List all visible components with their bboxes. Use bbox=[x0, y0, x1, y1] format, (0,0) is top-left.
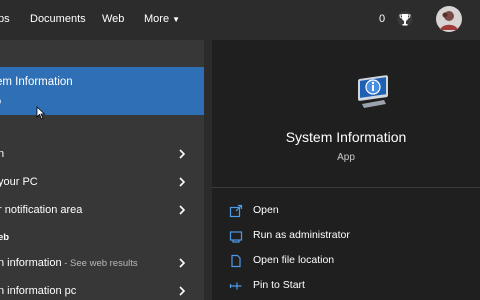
action-open-file-location[interactable]: Open file location bbox=[229, 252, 469, 270]
list-item-web-2[interactable]: n information pc bbox=[0, 281, 204, 300]
pin-icon bbox=[229, 282, 242, 290]
best-match-result[interactable]: em Information p bbox=[0, 67, 204, 115]
search-top-bar: ps Documents Web More ▼ 0 bbox=[0, 0, 480, 40]
best-match-subtitle: p bbox=[0, 96, 1, 107]
chevron-right-icon bbox=[179, 205, 186, 215]
chevron-right-icon bbox=[179, 258, 186, 268]
file-location-icon bbox=[231, 254, 241, 268]
action-label: Open file location bbox=[253, 254, 335, 266]
tab-more[interactable]: More ▼ bbox=[144, 13, 180, 25]
section-label-web: eb bbox=[0, 232, 10, 243]
list-item-label: your PC bbox=[0, 176, 38, 188]
list-item-web-1[interactable]: n information - See web results bbox=[0, 253, 204, 275]
list-item-label: n information - See web results bbox=[0, 257, 138, 269]
open-icon bbox=[229, 204, 243, 218]
action-label: Run as administrator bbox=[253, 229, 350, 241]
action-pin-to-start[interactable]: Pin to Start bbox=[229, 277, 469, 295]
list-item-settings-2[interactable]: your PC bbox=[0, 172, 204, 194]
app-title: System Information bbox=[285, 129, 407, 145]
action-run-as-administrator[interactable]: Run as administrator bbox=[229, 227, 469, 245]
chevron-right-icon bbox=[179, 286, 186, 296]
caret-down-icon: ▼ bbox=[172, 14, 180, 24]
divider bbox=[212, 187, 480, 188]
tab-more-label: More bbox=[144, 13, 170, 25]
chevron-right-icon bbox=[179, 177, 186, 187]
action-open[interactable]: Open bbox=[229, 202, 469, 220]
preview-pane: System Information App Open Run as admin… bbox=[212, 40, 480, 300]
tab-apps[interactable]: ps bbox=[0, 13, 10, 25]
web-result-query: n information bbox=[0, 257, 62, 269]
trophy-icon[interactable] bbox=[395, 8, 415, 30]
web-result-hint: - See web results bbox=[61, 258, 138, 269]
admin-shield-icon bbox=[229, 231, 243, 243]
list-item-settings-1[interactable]: n bbox=[0, 144, 204, 166]
avatar[interactable] bbox=[436, 6, 462, 32]
system-information-icon bbox=[352, 70, 394, 112]
list-item-label: r notification area bbox=[0, 204, 83, 216]
list-item-label: n information pc bbox=[0, 285, 76, 297]
web-result-query: n information pc bbox=[0, 285, 77, 297]
search-window: ps Documents Web More ▼ 0 em Information… bbox=[0, 0, 480, 300]
action-label: Pin to Start bbox=[253, 279, 305, 291]
results-list: em Information p n your PC r notificatio… bbox=[0, 40, 204, 300]
rewards-points: 0 bbox=[379, 13, 386, 25]
mouse-cursor-icon bbox=[36, 106, 46, 120]
tab-documents[interactable]: Documents bbox=[30, 13, 86, 25]
app-type: App bbox=[337, 152, 355, 163]
list-item-settings-3[interactable]: r notification area bbox=[0, 200, 204, 222]
tab-web[interactable]: Web bbox=[102, 13, 124, 25]
action-label: Open bbox=[253, 204, 279, 216]
best-match-title: em Information bbox=[0, 76, 73, 88]
list-item-label: n bbox=[0, 148, 5, 160]
